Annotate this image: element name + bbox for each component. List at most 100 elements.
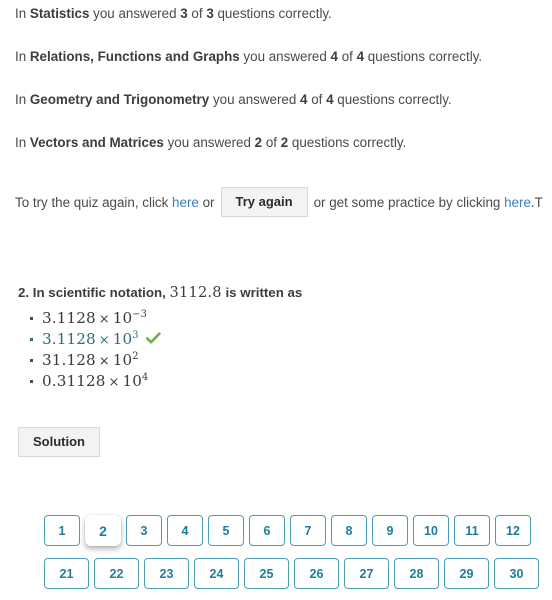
multiply-icon: × (98, 354, 110, 369)
result-middle: you answered (163, 135, 255, 150)
retry-truncated-tail: T (534, 195, 543, 210)
retry-mid-text: or (198, 195, 215, 210)
pagination-button[interactable]: 10 (413, 515, 449, 546)
retry-tail-text: or get some practice by clicking (313, 195, 505, 210)
result-total: 3 (206, 6, 214, 21)
practice-here-link[interactable]: here (504, 195, 531, 210)
result-line: In Statistics you answered 3 of 3 questi… (15, 6, 552, 22)
result-of: of (307, 92, 327, 107)
option-math: 0.31128 × 104 (42, 372, 148, 390)
pagination-row-1: 1 2 3 4 5 6 7 8 9 10 11 12 (44, 515, 536, 546)
answer-option-selected[interactable]: 3.1128 × 103 (28, 329, 161, 350)
pagination-button-active[interactable]: 2 (85, 515, 121, 546)
result-of: of (187, 6, 207, 21)
option-mantissa: 3.1128 (42, 309, 96, 327)
multiply-icon: × (108, 375, 120, 390)
answer-option[interactable]: 0.31128 × 104 (28, 371, 161, 392)
option-exponent: 4 (142, 371, 149, 383)
option-math: 31.128 × 102 (42, 351, 139, 369)
option-base: 10 (122, 372, 143, 390)
pagination-button[interactable]: 22 (94, 558, 139, 589)
pagination-button[interactable]: 23 (144, 558, 189, 589)
pagination-button[interactable]: 12 (495, 515, 531, 546)
pagination-button[interactable]: 3 (126, 515, 162, 546)
results-summary: In Statistics you answered 3 of 3 questi… (15, 6, 552, 178)
pagination-button[interactable]: 26 (294, 558, 339, 589)
pagination-button[interactable]: 4 (167, 515, 203, 546)
result-topic: Statistics (29, 6, 90, 21)
multiply-icon: × (98, 333, 110, 348)
pagination-button[interactable]: 29 (444, 558, 489, 589)
bullet-icon (30, 380, 33, 383)
result-middle: you answered (239, 49, 331, 64)
option-mantissa: 3.1128 (42, 330, 96, 348)
result-prefix: In (15, 6, 30, 21)
question-text-after: is written as (225, 285, 303, 300)
correct-check-icon (145, 330, 161, 351)
result-score: 2 (254, 135, 263, 150)
option-exponent: −3 (132, 308, 147, 320)
result-middle: you answered (89, 6, 181, 21)
question-value: 3112.8 (169, 284, 222, 301)
pagination-button[interactable]: 5 (208, 515, 244, 546)
bullet-icon (30, 338, 33, 341)
result-prefix: In (15, 49, 30, 64)
option-base: 10 (112, 351, 133, 369)
result-score: 3 (180, 6, 188, 21)
result-prefix: In (15, 92, 30, 107)
option-exponent: 2 (132, 350, 139, 362)
result-total: 4 (326, 92, 334, 107)
result-line: In Relations, Functions and Graphs you a… (15, 49, 552, 65)
bullet-icon (30, 317, 33, 320)
pagination-button[interactable]: 21 (44, 558, 89, 589)
result-score: 4 (330, 49, 338, 64)
result-suffix: questions correctly. (288, 135, 407, 150)
result-of: of (262, 135, 281, 150)
pagination-button[interactable]: 27 (344, 558, 389, 589)
result-suffix: questions correctly. (213, 6, 332, 21)
option-math: 3.1128 × 103 (42, 330, 139, 348)
pagination-button[interactable]: 6 (249, 515, 285, 546)
answer-option[interactable]: 3.1128 × 10−3 (28, 308, 161, 329)
try-again-button[interactable]: Try again (220, 187, 308, 217)
result-line: In Geometry and Trigonometry you answere… (15, 92, 552, 108)
result-topic: Vectors and Matrices (29, 135, 164, 150)
answer-options-list: 3.1128 × 10−3 3.1128 × 103 31.128 × 102 0.3112… (28, 308, 161, 392)
result-suffix: questions correctly. (364, 49, 483, 64)
multiply-icon: × (98, 312, 110, 327)
answer-option[interactable]: 31.128 × 102 (28, 350, 161, 371)
bullet-icon (30, 359, 33, 362)
pagination-row-2: 21 22 23 24 25 26 27 28 29 30 (44, 558, 544, 589)
result-of: of (337, 49, 357, 64)
question-prompt: 2. In scientific notation, 3112.8 is wri… (18, 285, 302, 301)
result-line: In Vectors and Matrices you answered 2 o… (15, 135, 552, 151)
pagination-button[interactable]: 24 (194, 558, 239, 589)
pagination-button[interactable]: 25 (244, 558, 289, 589)
option-mantissa: 31.128 (42, 351, 96, 369)
retry-lead-text: To try the quiz again, click (15, 195, 173, 210)
question-number: 2. (18, 285, 30, 300)
pagination-button[interactable]: 11 (454, 515, 490, 546)
pagination-button[interactable]: 9 (372, 515, 408, 546)
pagination-button[interactable]: 1 (44, 515, 80, 546)
pagination-button[interactable]: 28 (394, 558, 439, 589)
pagination-button[interactable]: 8 (331, 515, 367, 546)
result-middle: you answered (209, 92, 301, 107)
result-total: 4 (356, 49, 365, 64)
result-suffix: questions correctly. (333, 92, 452, 107)
question-text-before: In scientific notation, (32, 285, 166, 300)
option-base: 10 (112, 309, 133, 327)
quiz-results-page: In Statistics you answered 3 of 3 questi… (0, 0, 552, 600)
pagination-button[interactable]: 30 (494, 558, 539, 589)
option-math: 3.1128 × 10−3 (42, 309, 147, 327)
option-base: 10 (112, 330, 133, 348)
retry-line: To try the quiz again, click here or Try … (15, 187, 543, 218)
option-mantissa: 0.31128 (42, 372, 106, 390)
retry-here-link[interactable]: here (172, 195, 199, 210)
pagination-button[interactable]: 7 (290, 515, 326, 546)
result-prefix: In (15, 135, 30, 150)
solution-button[interactable]: Solution (18, 427, 100, 457)
result-topic: Relations, Functions and Graphs (29, 49, 240, 64)
option-exponent: 3 (132, 329, 139, 341)
result-topic: Geometry and Trigonometry (29, 92, 210, 107)
